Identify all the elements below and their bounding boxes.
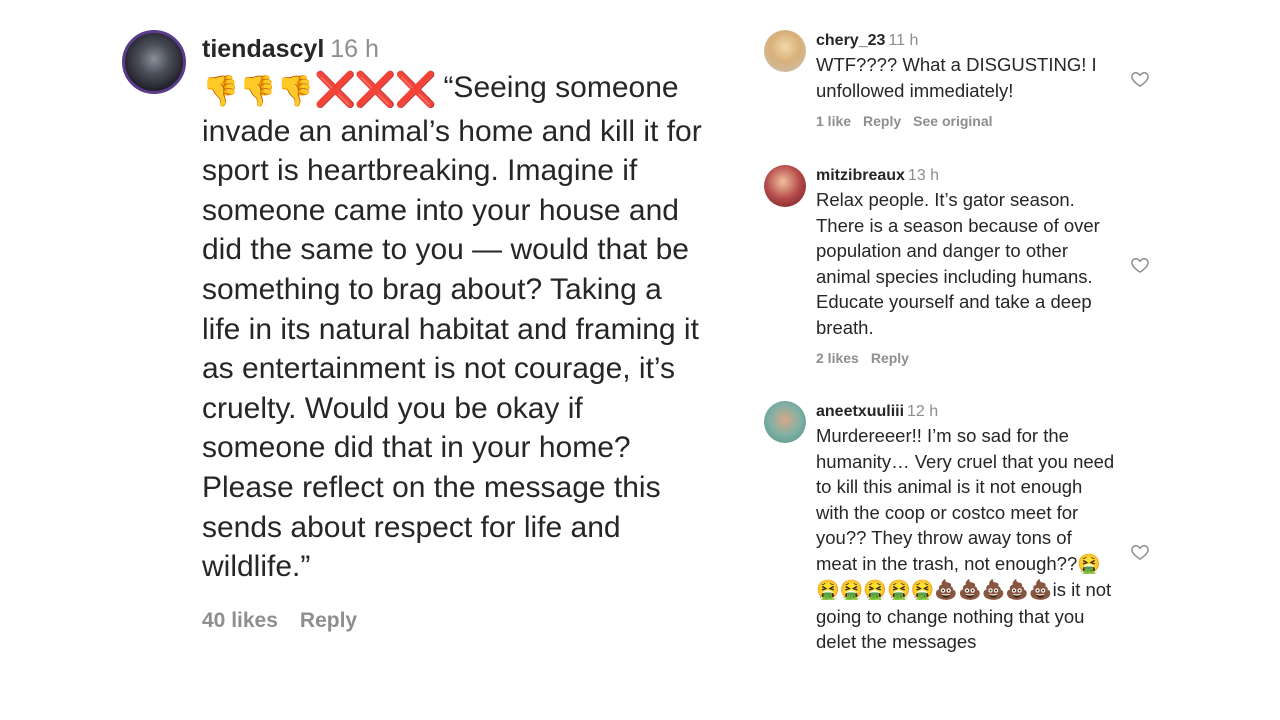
main-comment-header: tiendascyl 16 h — [202, 32, 702, 66]
username[interactable]: mitzibreaux — [816, 167, 905, 184]
reply-button[interactable]: Reply — [300, 609, 357, 632]
avatar[interactable] — [764, 401, 806, 443]
comment-text: WTF???? What a DISGUSTING! I unfollowed … — [816, 54, 1097, 101]
comment-text: 👎👎👎❌❌❌ “Seeing someone invade an animal’… — [202, 68, 702, 587]
reply-button[interactable]: Reply — [871, 350, 909, 366]
thumbs-down-icon: 👎 — [202, 75, 240, 108]
comment-body: aneetxuuliii 12 h Murdereeer!! I’m so sad… — [816, 401, 1116, 655]
like-heart-icon[interactable] — [1130, 255, 1150, 275]
likes-count[interactable]: 40 likes — [202, 609, 278, 632]
avatar[interactable] — [764, 165, 806, 207]
comment-header: chery_23 11 h — [816, 30, 1116, 52]
timestamp: 12 h — [907, 403, 939, 420]
username[interactable]: tiendascyl — [202, 35, 324, 63]
comment-body: mitzibreaux 13 h Relax people. It’s gator… — [816, 165, 1116, 366]
comment-header: aneetxuuliii 12 h — [816, 401, 1116, 423]
like-heart-icon[interactable] — [1130, 542, 1150, 562]
reply-button[interactable]: Reply — [863, 113, 901, 129]
likes-count[interactable]: 1 like — [816, 113, 851, 129]
timestamp: 16 h — [330, 35, 379, 63]
thumbs-down-icon: 👎 — [276, 75, 315, 108]
cross-mark-icon: ❌❌❌ — [314, 71, 437, 109]
timestamp: 13 h — [907, 167, 940, 184]
main-comment-body: tiendascyl 16 h 👎👎👎❌❌❌ “Seeing someone in… — [202, 32, 702, 633]
likes-count[interactable]: 2 likes — [816, 350, 859, 366]
comment-body-text: “Seeing someone invade an animal’s home … — [202, 71, 702, 584]
see-original-button[interactable]: See original — [913, 113, 992, 129]
timestamp: 11 h — [888, 32, 919, 49]
comment-text: Murdereeer!! I’m so sad for the humanity… — [816, 423, 1116, 655]
like-heart-icon[interactable] — [1130, 69, 1150, 89]
comment-list: chery_23 11 h WTF???? What a DISGUSTING! … — [764, 0, 1164, 720]
comment-text: Relax people. It’s gator season. There i… — [816, 189, 1100, 338]
username[interactable]: chery_23 — [816, 32, 885, 49]
username[interactable]: aneetxuuliii — [816, 403, 904, 420]
comment-body: chery_23 11 h WTF???? What a DISGUSTING! … — [816, 30, 1116, 129]
comment-text-part: Murdereeer!! I’m so sad for the humanity… — [816, 425, 1115, 574]
thumbs-down-icon: 👎 — [239, 75, 277, 108]
poop-icon: 💩💩💩💩💩 — [934, 580, 1053, 601]
comment-actions: 40 likes Reply — [202, 609, 702, 633]
avatar[interactable] — [122, 30, 186, 94]
comment-header: mitzibreaux 13 h — [816, 165, 1116, 187]
comment-actions: 2 likes Reply — [816, 350, 1116, 366]
comment-actions: 1 like Reply See original — [816, 113, 1116, 129]
avatar[interactable] — [764, 30, 806, 72]
